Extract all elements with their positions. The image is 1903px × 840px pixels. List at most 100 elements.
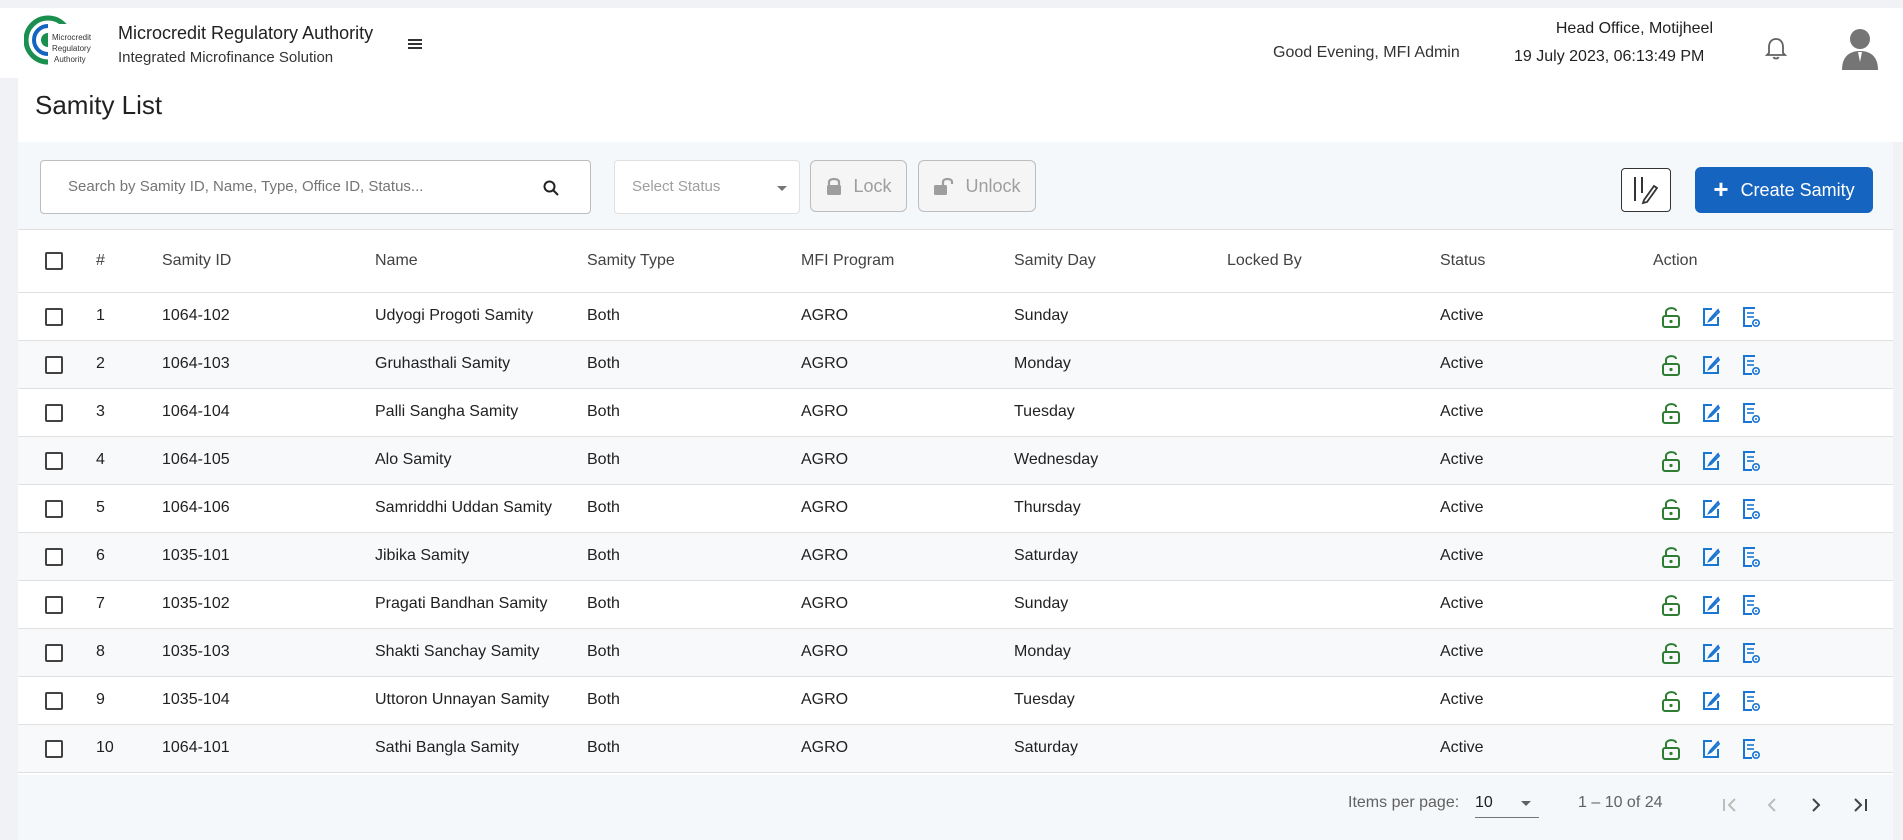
row-checkbox[interactable] <box>45 452 63 470</box>
row-checkbox[interactable] <box>45 692 63 710</box>
last-page-icon[interactable] <box>1848 793 1872 817</box>
view-details-icon[interactable] <box>1740 401 1762 425</box>
header-status[interactable]: Status <box>1440 252 1485 270</box>
edit-icon[interactable] <box>1700 497 1722 521</box>
user-avatar-icon[interactable] <box>1840 26 1880 70</box>
page-range-label: 1 – 10 of 24 <box>1578 794 1663 811</box>
unlock-icon[interactable] <box>1660 689 1682 713</box>
edit-icon[interactable] <box>1700 401 1722 425</box>
edit-icon[interactable] <box>1700 593 1722 617</box>
cell-name: Udyogi Progoti Samity <box>375 307 534 324</box>
unlock-icon[interactable] <box>1660 737 1682 761</box>
view-details-icon[interactable] <box>1740 545 1762 569</box>
edit-icon[interactable] <box>1700 305 1722 329</box>
table-row: 7 1035-102 Pragati Bandhan Samity Both AGRO S… <box>18 581 1893 629</box>
unlock-icon[interactable] <box>1660 545 1682 569</box>
edit-icon[interactable] <box>1700 545 1722 569</box>
cell-samity-type: Both <box>587 643 620 660</box>
edit-icon[interactable] <box>1700 353 1722 377</box>
view-details-icon[interactable] <box>1740 593 1762 617</box>
header-name[interactable]: Name <box>375 252 418 270</box>
svg-text:Regulatory: Regulatory <box>52 44 91 53</box>
cell-samity-day: Monday <box>1014 643 1071 660</box>
view-details-icon[interactable] <box>1740 497 1762 521</box>
cell-name: Alo Samity <box>375 451 452 468</box>
cell-status: Active <box>1440 451 1484 468</box>
cell-status: Active <box>1440 355 1484 372</box>
view-details-icon[interactable] <box>1740 689 1762 713</box>
cell-samity-id: 1064-104 <box>162 403 230 420</box>
search-placeholder: Search by Samity ID, Name, Type, Office … <box>68 178 424 195</box>
row-checkbox[interactable] <box>45 548 63 566</box>
view-details-icon[interactable] <box>1740 641 1762 665</box>
table-row: 4 1064-105 Alo Samity Both AGRO Wednesday Acti… <box>18 437 1893 485</box>
cell-samity-type: Both <box>587 739 620 756</box>
app-subtitle: Integrated Microfinance Solution <box>118 49 334 66</box>
first-page-icon[interactable] <box>1718 793 1742 817</box>
row-checkbox[interactable] <box>45 500 63 518</box>
view-details-icon[interactable] <box>1740 737 1762 761</box>
lock-button[interactable]: Lock <box>810 160 907 212</box>
unlock-icon[interactable] <box>1660 593 1682 617</box>
header-samity-type[interactable]: Samity Type <box>587 252 675 270</box>
unlock-icon[interactable] <box>1660 641 1682 665</box>
cell-samity-type: Both <box>587 547 620 564</box>
cell-samity-type: Both <box>587 691 620 708</box>
menu-icon[interactable] <box>406 36 426 52</box>
cell-name: Shakti Sanchay Samity <box>375 643 540 660</box>
status-select[interactable]: Select Status <box>614 160 800 214</box>
header-samity-id[interactable]: Samity ID <box>162 252 231 270</box>
view-details-icon[interactable] <box>1740 305 1762 329</box>
cell-index: 7 <box>96 595 105 612</box>
unlock-button[interactable]: Unlock <box>918 160 1036 212</box>
cell-samity-day: Wednesday <box>1014 451 1099 468</box>
table-row: 9 1035-104 Uttoron Unnayan Samity Both AGRO T… <box>18 677 1893 725</box>
row-checkbox[interactable] <box>45 308 63 326</box>
edit-icon[interactable] <box>1700 449 1722 473</box>
cell-samity-id: 1064-103 <box>162 355 230 372</box>
unlock-icon[interactable] <box>1660 305 1682 329</box>
edit-icon[interactable] <box>1700 689 1722 713</box>
cell-mfi-program: AGRO <box>801 691 849 708</box>
cell-name: Pragati Bandhan Samity <box>375 595 548 612</box>
unlock-icon[interactable] <box>1660 353 1682 377</box>
table-row: 6 1035-101 Jibika Samity Both AGRO Saturday Ac… <box>18 533 1893 581</box>
column-settings-button[interactable] <box>1621 168 1671 212</box>
row-checkbox[interactable] <box>45 404 63 422</box>
unlock-icon[interactable] <box>1660 449 1682 473</box>
header-mfi-program[interactable]: MFI Program <box>801 252 894 270</box>
row-checkbox[interactable] <box>45 596 63 614</box>
previous-page-icon[interactable] <box>1760 793 1784 817</box>
cell-samity-type: Both <box>587 595 620 612</box>
unlock-icon[interactable] <box>1660 401 1682 425</box>
cell-samity-id: 1035-104 <box>162 691 230 708</box>
search-input[interactable]: Search by Samity ID, Name, Type, Office … <box>40 160 591 214</box>
lock-icon <box>827 177 842 195</box>
items-per-page-select[interactable]: 10 <box>1475 792 1539 818</box>
header-samity-day[interactable]: Samity Day <box>1014 252 1096 270</box>
edit-icon[interactable] <box>1700 737 1722 761</box>
chevron-down-icon <box>1521 801 1531 806</box>
edit-icon[interactable] <box>1700 641 1722 665</box>
unlock-icon[interactable] <box>1660 497 1682 521</box>
cell-samity-type: Both <box>587 499 620 516</box>
row-checkbox[interactable] <box>45 644 63 662</box>
cell-samity-type: Both <box>587 307 620 324</box>
page-title-bar: Samity List <box>18 78 1903 142</box>
bell-icon[interactable] <box>1764 36 1788 62</box>
toolbar: Search by Samity ID, Name, Type, Office … <box>18 142 1893 230</box>
view-details-icon[interactable] <box>1740 353 1762 377</box>
status-placeholder: Select Status <box>632 178 721 195</box>
row-checkbox[interactable] <box>45 740 63 758</box>
page-title: Samity List <box>35 90 163 120</box>
search-icon[interactable] <box>542 179 560 197</box>
cell-index: 6 <box>96 547 105 564</box>
header-locked-by[interactable]: Locked By <box>1227 252 1302 270</box>
column-edit-icon <box>1634 177 1659 205</box>
select-all-checkbox[interactable] <box>45 252 63 270</box>
row-checkbox[interactable] <box>45 356 63 374</box>
next-page-icon[interactable] <box>1804 793 1828 817</box>
create-samity-button[interactable]: + Create Samity <box>1695 167 1873 213</box>
view-details-icon[interactable] <box>1740 449 1762 473</box>
cell-status: Active <box>1440 403 1484 420</box>
